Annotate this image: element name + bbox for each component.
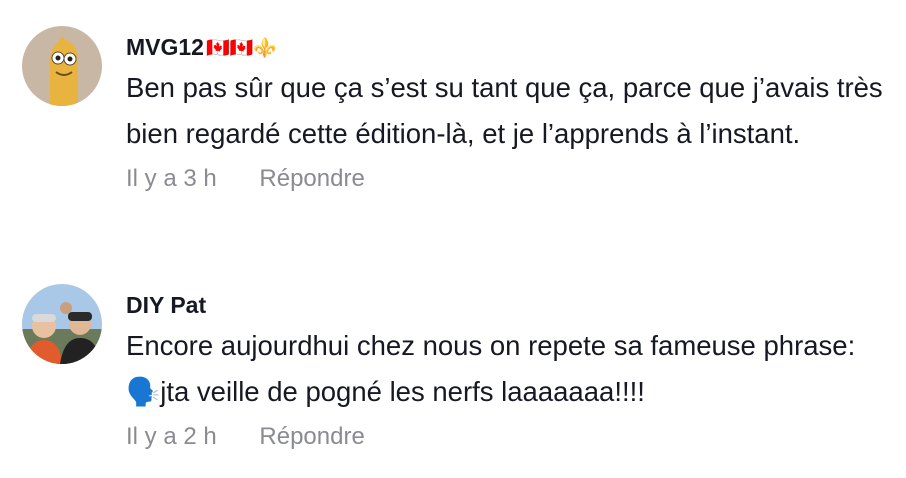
- comment-timestamp: Il y a 2 h: [126, 423, 217, 450]
- comment-username[interactable]: DIY Pat: [126, 291, 886, 319]
- comment-text: Ben pas sûr que ça s’est su tant que ça,…: [126, 72, 891, 149]
- cartoon-character-avatar-icon: [22, 26, 102, 106]
- comment-meta: Il y a 3 h Répondre: [126, 164, 886, 194]
- comment-body: MVG12 🇨🇦🇨🇦⚜️ Ben pas sûr que ça s’est su …: [126, 26, 886, 194]
- username-badges: 🇨🇦🇨🇦⚜️: [205, 38, 277, 59]
- username-text[interactable]: MVG12: [126, 34, 204, 60]
- username-text[interactable]: DIY Pat: [126, 292, 206, 318]
- reply-button[interactable]: Répondre: [259, 422, 364, 452]
- family-photo-avatar-icon: [22, 284, 102, 364]
- comment-meta: Il y a 2 h Répondre: [126, 422, 886, 452]
- avatar[interactable]: [22, 284, 102, 364]
- comment-text: Encore aujourdhui chez nous on repete sa…: [126, 330, 863, 407]
- comment-timestamp: Il y a 3 h: [126, 165, 217, 192]
- comment-username[interactable]: MVG12 🇨🇦🇨🇦⚜️: [126, 33, 886, 61]
- reply-button[interactable]: Répondre: [259, 164, 364, 194]
- avatar[interactable]: [22, 26, 102, 106]
- comment-body: DIY Pat Encore aujourdhui chez nous on r…: [126, 284, 886, 452]
